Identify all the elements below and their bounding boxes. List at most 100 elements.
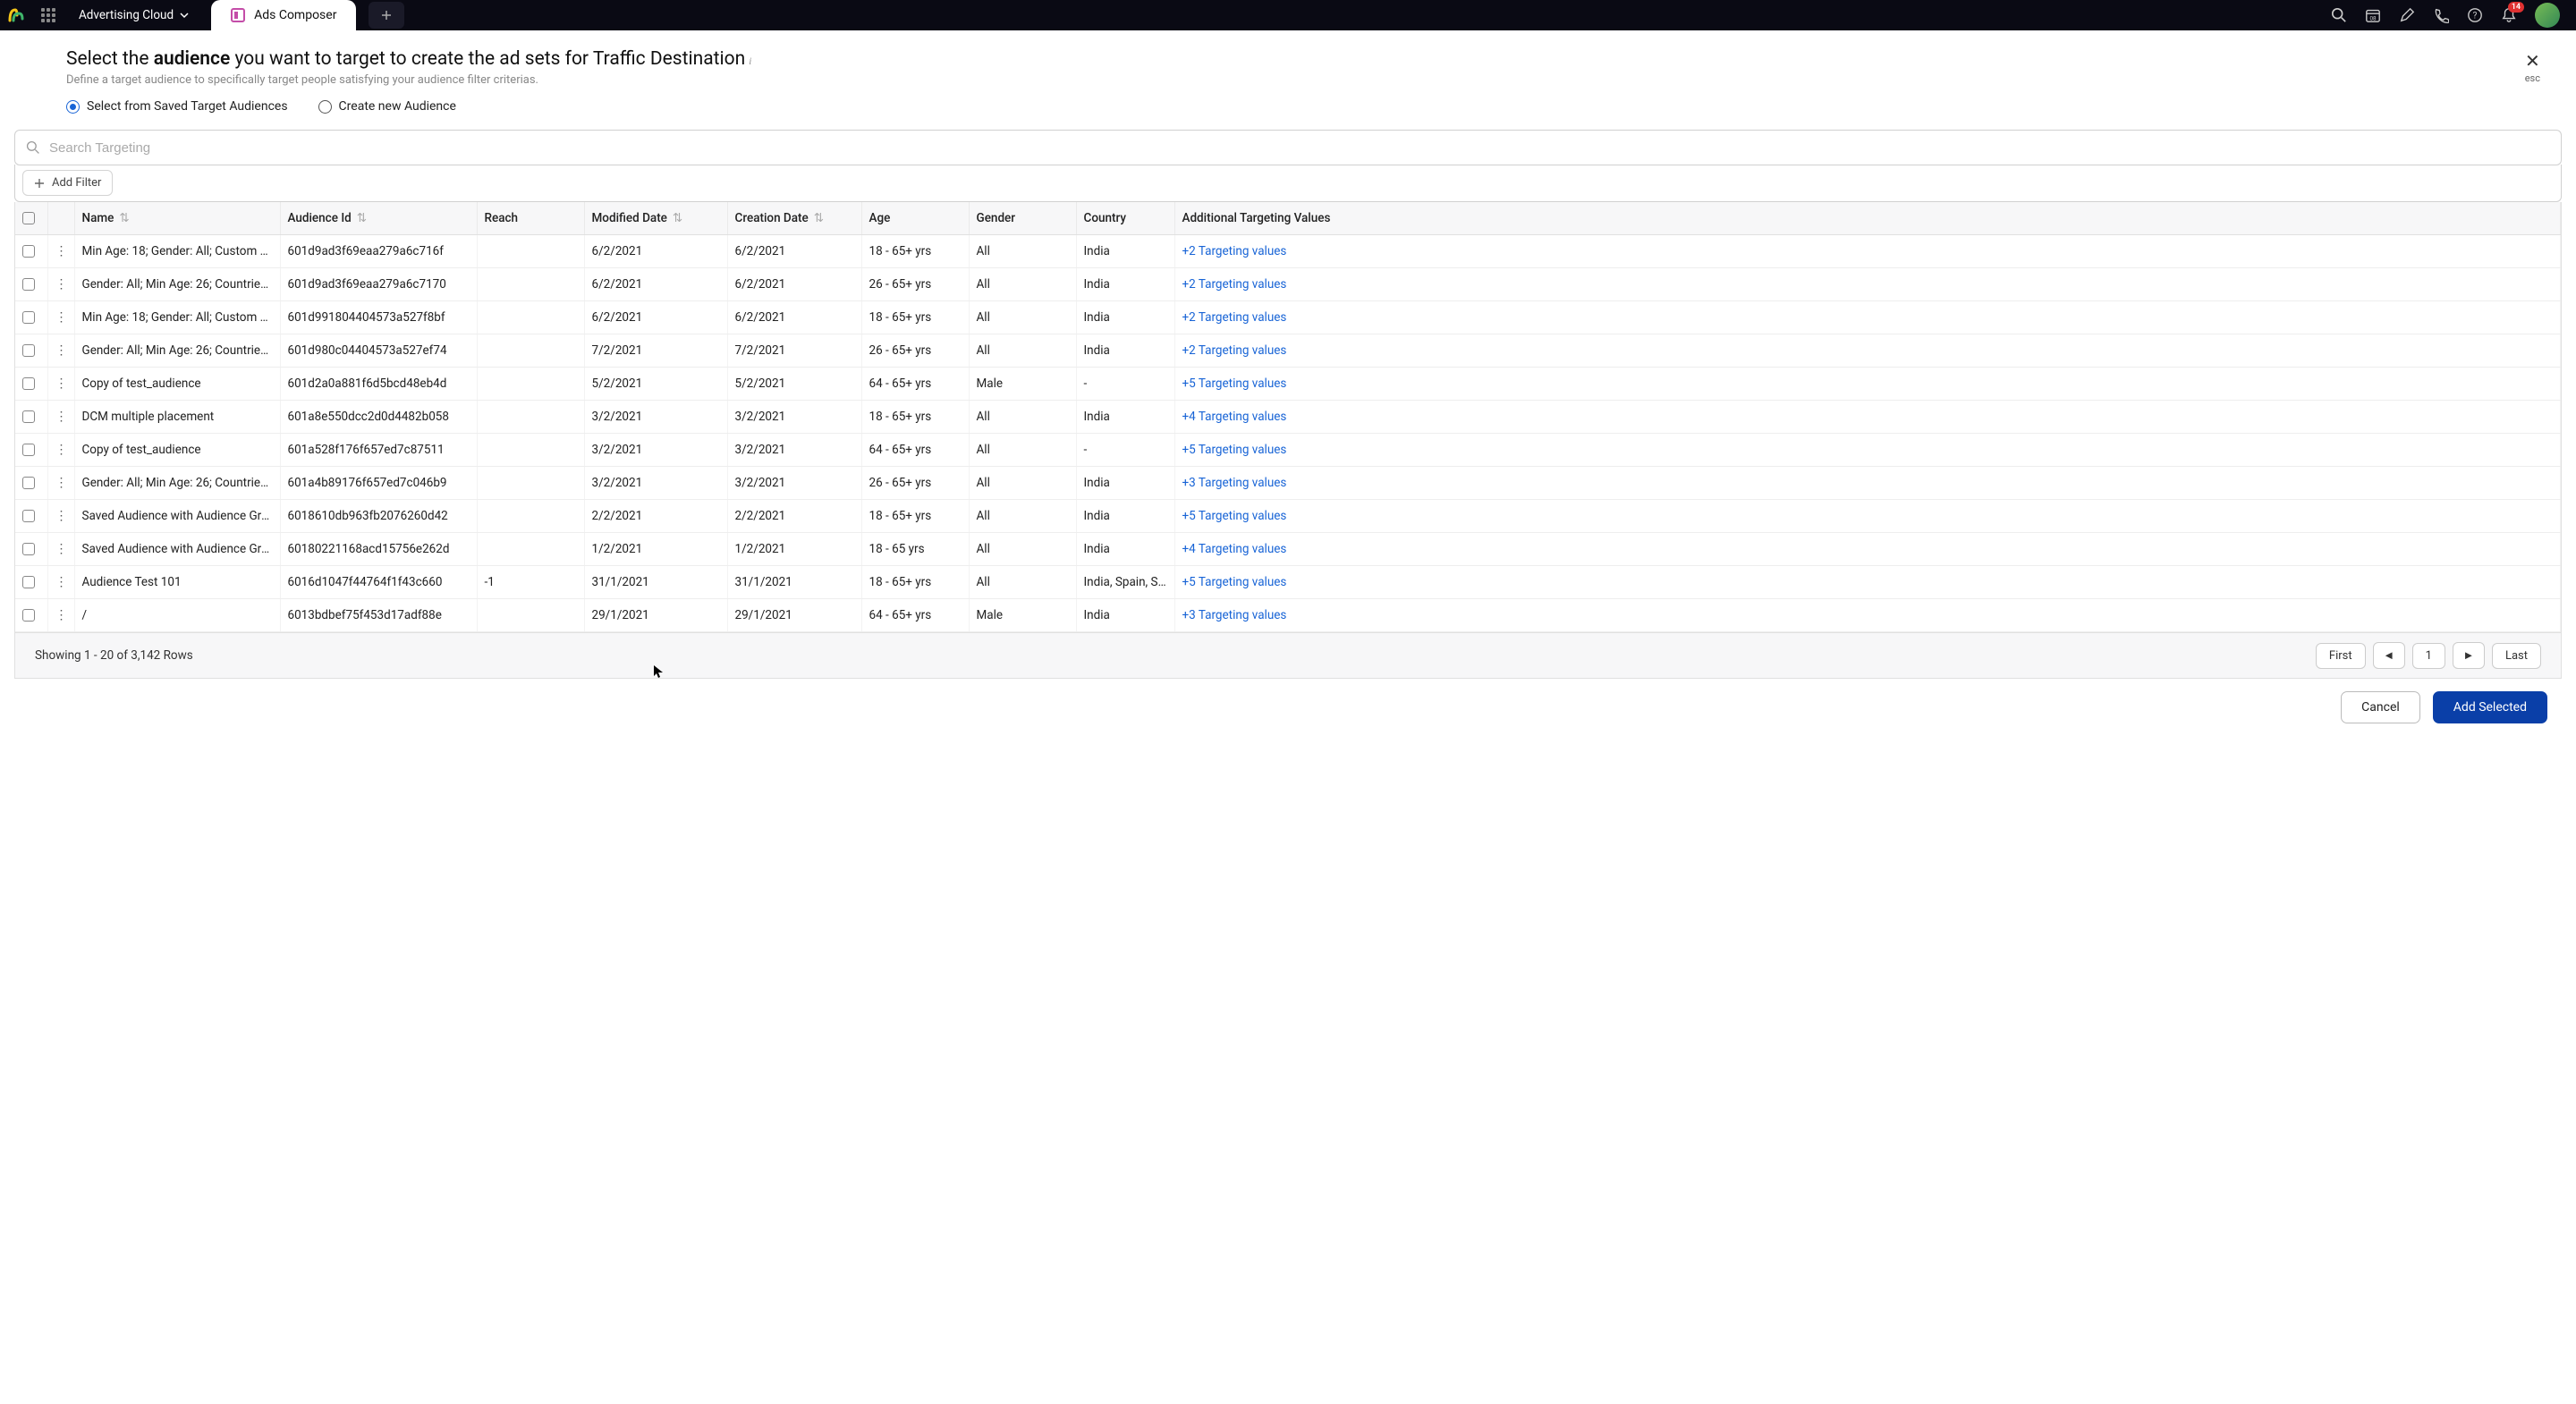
cell-additional[interactable]: +5 Targeting values [1174,368,2561,401]
svg-text:08: 08 [2369,14,2377,21]
add-selected-button[interactable]: Add Selected [2433,691,2547,723]
cell-id: 601a4b89176f657ed7c046b9 [280,467,477,500]
bell-icon[interactable]: 14 [2501,7,2517,23]
row-checkbox[interactable] [22,377,35,390]
cell-creation: 3/2/2021 [727,467,861,500]
row-checkbox[interactable] [22,278,35,291]
col-creation[interactable]: Creation Date⇅ [727,202,861,235]
col-gender[interactable]: Gender [969,202,1076,235]
row-checkbox[interactable] [22,510,35,522]
cell-creation: 7/2/2021 [727,334,861,368]
brand-dropdown[interactable]: Advertising Cloud [66,8,202,22]
col-reach[interactable]: Reach [477,202,584,235]
pager-first[interactable]: First [2316,643,2366,669]
row-menu-icon[interactable]: ⋮ [55,477,67,489]
close-button[interactable]: ✕ esc [2525,52,2540,84]
table-row: ⋮Gender: All; Min Age: 26; Countries: I.… [15,268,2561,301]
row-checkbox[interactable] [22,477,35,489]
row-checkbox[interactable] [22,311,35,324]
calendar-icon[interactable]: 08 [2365,7,2381,23]
phone-icon[interactable] [2433,7,2449,23]
row-menu-icon[interactable]: ⋮ [55,278,67,291]
row-menu-icon[interactable]: ⋮ [55,510,67,522]
edit-icon[interactable] [2399,7,2415,23]
pager-page[interactable]: 1 [2412,643,2445,669]
search-bar[interactable] [14,130,2562,165]
col-name[interactable]: Name⇅ [74,202,280,235]
pager-last[interactable]: Last [2492,643,2541,669]
col-modified[interactable]: Modified Date⇅ [584,202,727,235]
cell-additional[interactable]: +2 Targeting values [1174,235,2561,268]
cell-additional[interactable]: +3 Targeting values [1174,599,2561,632]
close-esc-label: esc [2525,72,2540,84]
cell-name: Min Age: 18; Gender: All; Custom Aud... [74,235,280,268]
row-menu-icon[interactable]: ⋮ [55,576,67,588]
search-icon[interactable] [2331,7,2347,23]
cell-id: 60180221168acd15756e262d [280,533,477,566]
topbar-actions: 08 ? 14 [2315,3,2576,28]
row-menu-icon[interactable]: ⋮ [55,444,67,456]
add-filter-button[interactable]: Add Filter [22,170,113,196]
help-icon[interactable]: ? [2467,7,2483,23]
sort-icon: ⇅ [814,211,824,225]
cell-additional[interactable]: +2 Targeting values [1174,301,2561,334]
cancel-button[interactable]: Cancel [2341,691,2420,723]
pager-prev[interactable]: ◄ [2373,642,2405,669]
cell-additional[interactable]: +5 Targeting values [1174,434,2561,467]
pager-next[interactable]: ► [2453,642,2485,669]
row-menu-icon[interactable]: ⋮ [55,344,67,357]
footer: Cancel Add Selected [0,679,2576,736]
col-id[interactable]: Audience Id⇅ [280,202,477,235]
cell-modified: 5/2/2021 [584,368,727,401]
cell-additional[interactable]: +4 Targeting values [1174,533,2561,566]
col-additional[interactable]: Additional Targeting Values [1174,202,2561,235]
table-row: ⋮Gender: All; Min Age: 26; Countries: I.… [15,334,2561,368]
row-checkbox[interactable] [22,609,35,622]
row-checkbox[interactable] [22,245,35,258]
col-age[interactable]: Age [861,202,969,235]
row-checkbox[interactable] [22,543,35,555]
row-checkbox[interactable] [22,344,35,357]
row-checkbox[interactable] [22,444,35,456]
cell-additional[interactable]: +5 Targeting values [1174,566,2561,599]
cell-id: 601a8e550dcc2d0d4482b058 [280,401,477,434]
cell-gender: All [969,235,1076,268]
select-all-checkbox[interactable] [22,212,35,224]
radio-create-audience[interactable]: Create new Audience [318,99,456,114]
row-menu-icon[interactable]: ⋮ [55,311,67,324]
tab-ads-composer[interactable]: Ads Composer [211,0,356,30]
row-menu-icon[interactable]: ⋮ [55,245,67,258]
col-country[interactable]: Country [1076,202,1174,235]
cell-age: 18 - 65+ yrs [861,566,969,599]
cell-country: - [1076,368,1174,401]
row-menu-icon[interactable]: ⋮ [55,410,67,423]
apps-grid-icon[interactable] [30,8,66,22]
plus-icon [34,178,45,189]
radio-saved-audiences[interactable]: Select from Saved Target Audiences [66,99,288,114]
row-menu-icon[interactable]: ⋮ [55,377,67,390]
cell-reach [477,301,584,334]
cell-additional[interactable]: +4 Targeting values [1174,401,2561,434]
row-checkbox[interactable] [22,576,35,588]
cell-additional[interactable]: +3 Targeting values [1174,467,2561,500]
cell-additional[interactable]: +2 Targeting values [1174,268,2561,301]
row-menu-icon[interactable]: ⋮ [55,609,67,622]
new-tab-button[interactable] [369,2,404,29]
add-filter-label: Add Filter [52,176,101,190]
table-row: ⋮Audience Test 1016016d1047f44764f1f43c6… [15,566,2561,599]
row-checkbox[interactable] [22,410,35,423]
cell-reach [477,467,584,500]
search-input[interactable] [49,140,2550,156]
cell-additional[interactable]: +2 Targeting values [1174,334,2561,368]
cell-creation: 5/2/2021 [727,368,861,401]
cell-name: Copy of test_audience [74,368,280,401]
cell-country: India [1076,467,1174,500]
info-icon[interactable]: i [749,55,751,67]
cell-reach [477,500,584,533]
row-menu-icon[interactable]: ⋮ [55,543,67,555]
audiences-table: Name⇅ Audience Id⇅ Reach Modified Date⇅ … [14,202,2562,633]
cell-gender: All [969,500,1076,533]
app-logo[interactable] [0,0,30,30]
cell-additional[interactable]: +5 Targeting values [1174,500,2561,533]
avatar[interactable] [2535,3,2560,28]
